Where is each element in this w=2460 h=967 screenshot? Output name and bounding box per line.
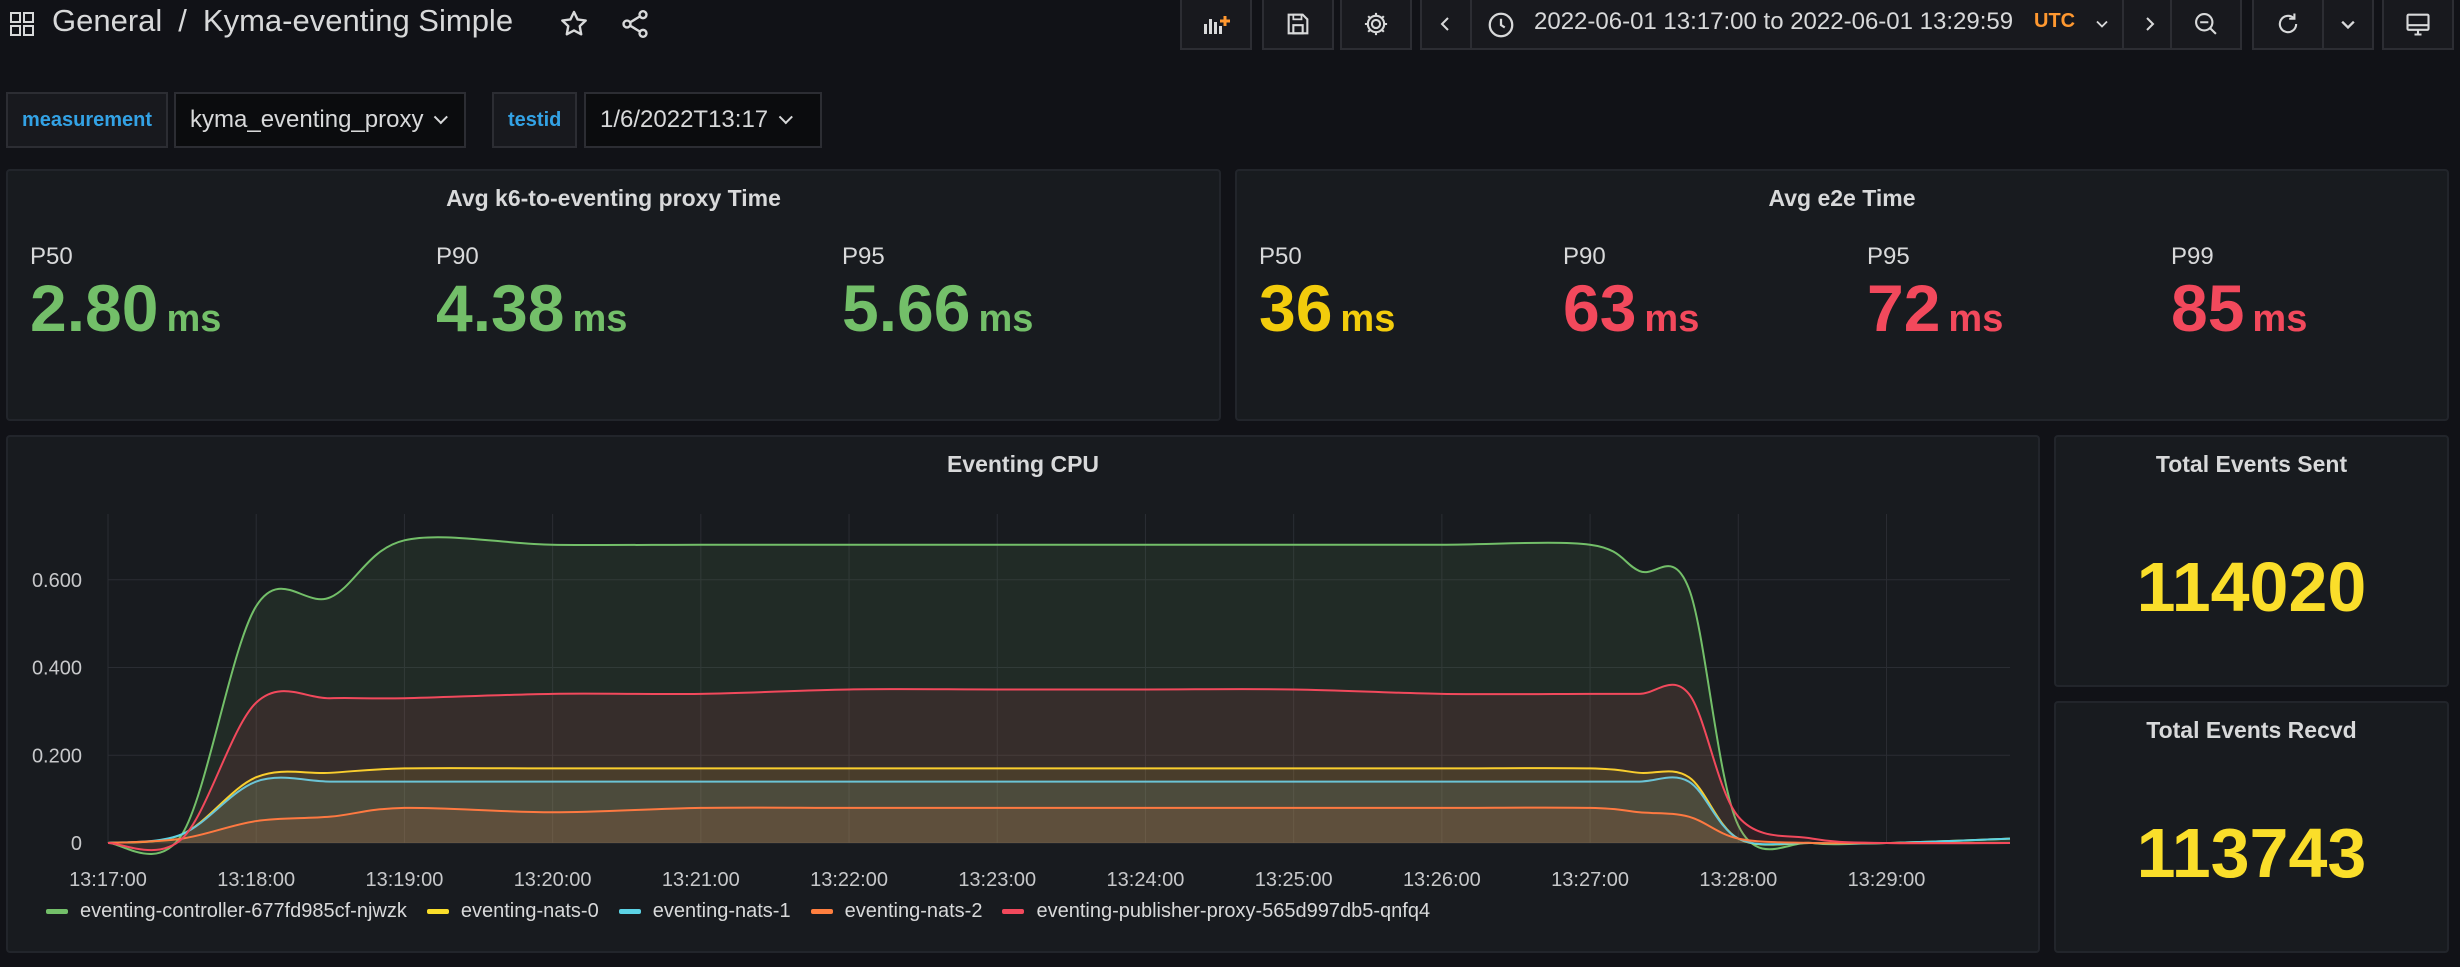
legend-swatch	[46, 909, 68, 914]
x-tick-label: 13:26:00	[1403, 869, 1481, 891]
panel-title[interactable]: Total Events Sent	[2056, 451, 2447, 478]
x-tick-label: 13:18:00	[217, 869, 295, 891]
y-tick-label: 0.200	[32, 745, 82, 767]
x-tick-label: 13:20:00	[514, 869, 592, 891]
x-tick-label: 13:29:00	[1848, 869, 1926, 891]
legend-swatch	[810, 909, 833, 914]
x-tick-label: 13:17:00	[69, 869, 147, 891]
legend-label: eventing-nats-0	[460, 900, 599, 922]
legend-item[interactable]: eventing-controller-677fd985cf-njwzk	[46, 900, 407, 923]
x-tick-label: 13:24:00	[1107, 869, 1185, 891]
legend-label: eventing-nats-2	[844, 900, 983, 922]
y-tick-label: 0.600	[32, 570, 82, 592]
x-tick-label: 13:25:00	[1255, 869, 1333, 891]
x-tick-label: 13:22:00	[810, 869, 888, 891]
legend-item[interactable]: eventing-nats-0	[426, 900, 599, 923]
total-events-recvd-value: 113743	[2136, 814, 2367, 892]
legend-item[interactable]: eventing-nats-2	[810, 900, 983, 923]
legend-label: eventing-publisher-proxy-565d997db5-qnfq…	[1036, 900, 1431, 922]
series-area-4	[108, 684, 2010, 851]
chart-legend: eventing-controller-677fd985cf-njwzk even…	[46, 900, 1430, 923]
legend-label: eventing-controller-677fd985cf-njwzk	[80, 900, 407, 922]
panel-title[interactable]: Total Events Recvd	[2056, 717, 2447, 744]
legend-item[interactable]: eventing-publisher-proxy-565d997db5-qnfq…	[1002, 900, 1430, 923]
x-tick-label: 13:23:00	[958, 869, 1036, 891]
y-tick-label: 0.400	[32, 658, 82, 680]
x-tick-label: 13:19:00	[365, 869, 443, 891]
x-tick-label: 13:21:00	[662, 869, 740, 891]
y-tick-label: 0	[71, 833, 82, 855]
x-tick-label: 13:27:00	[1551, 869, 1629, 891]
total-events-sent-value: 114020	[2136, 548, 2367, 626]
legend-swatch	[426, 909, 449, 914]
panel-total-events-sent: Total Events Sent 114020	[2054, 435, 2449, 687]
legend-label: eventing-nats-1	[652, 900, 791, 922]
legend-swatch	[618, 909, 641, 914]
panel-total-events-recvd: Total Events Recvd 113743	[2054, 701, 2449, 953]
legend-swatch	[1002, 909, 1025, 914]
x-tick-label: 13:28:00	[1699, 869, 1777, 891]
legend-item[interactable]: eventing-nats-1	[618, 900, 791, 923]
